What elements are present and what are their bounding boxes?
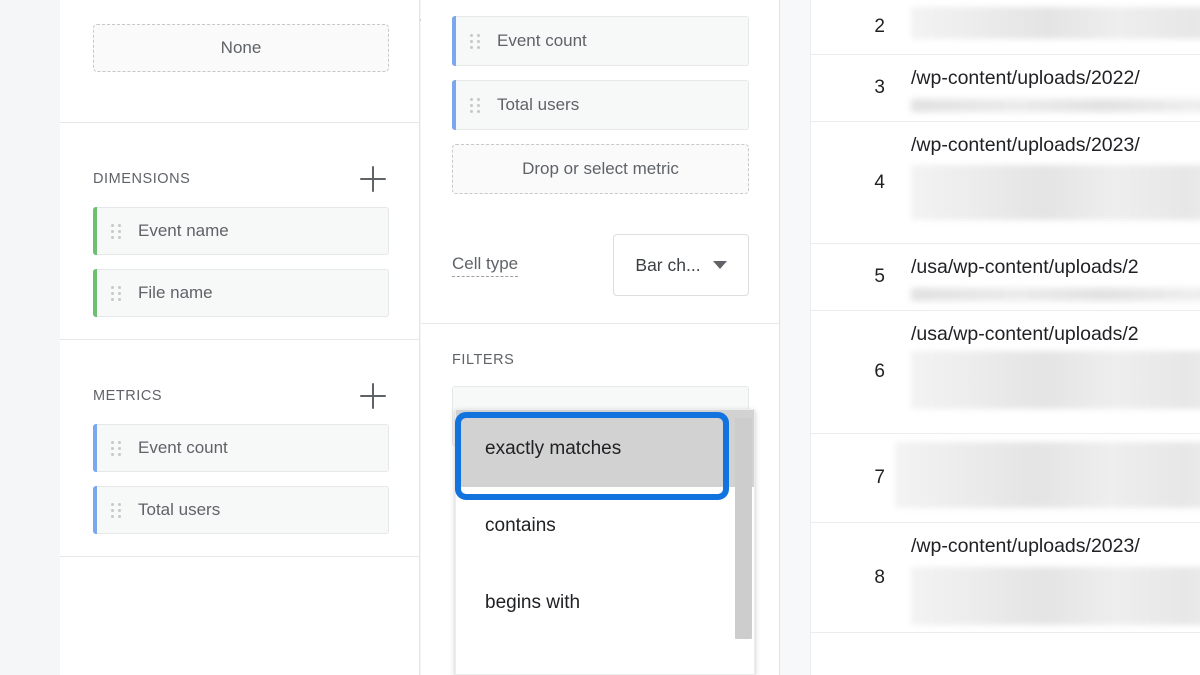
empty-section (60, 556, 419, 675)
dropdown-scrollbar[interactable] (735, 418, 752, 639)
table-row-number: 7 (874, 467, 885, 488)
dropdown-option-exactly-matches[interactable]: exactly matches (456, 410, 754, 487)
chevron-down-icon (712, 261, 727, 269)
dimensions-title: DIMENSIONS (93, 171, 191, 187)
dropdown-option-label: contains (485, 514, 556, 536)
match-type-dropdown[interactable]: exactly matches contains begins with end… (455, 409, 755, 675)
metric-value-chip-event-count[interactable]: Event count (452, 16, 749, 66)
metric-accent-bar (93, 424, 97, 472)
app-screen: None DIMENSIONS Event name File name MET… (0, 0, 1200, 675)
panel-table-gap (781, 0, 810, 675)
table-row-content: /usa/wp-content/uploads/2 (903, 311, 1200, 433)
metric-value-label: Event count (497, 31, 587, 50)
drag-handle-icon[interactable] (470, 97, 480, 113)
drag-handle-icon[interactable] (111, 440, 121, 456)
dimension-chip-file-name[interactable]: File name (93, 269, 389, 317)
dimension-chip-event-name[interactable]: Event name (93, 207, 389, 255)
cell-type-label: Cell type (452, 254, 519, 277)
table-row[interactable]: 2 (811, 0, 1200, 55)
metric-value-chip-total-users[interactable]: Total users (452, 80, 749, 130)
add-dimension-plus-icon[interactable] (360, 166, 386, 192)
filters-title: FILTERS (452, 352, 515, 368)
redacted-content (895, 442, 1200, 508)
table-row-content (895, 434, 1200, 522)
redacted-content (911, 288, 1200, 301)
metric-chip-label: Total users (138, 500, 221, 519)
table-row-content: /wp-content/uploads/2022/ (903, 55, 1200, 121)
table-row-url: /usa/wp-content/uploads/2 (911, 256, 1139, 278)
drag-handle-icon[interactable] (470, 33, 480, 49)
metric-value-label: Total users (497, 95, 580, 114)
dimensions-metrics-panel: None DIMENSIONS Event name File name MET… (60, 0, 440, 675)
redacted-content (911, 567, 1200, 625)
dimensions-section: DIMENSIONS Event name File name (60, 122, 419, 339)
left-gutter (0, 0, 60, 675)
breakdown-drop-zone[interactable]: None (93, 24, 389, 72)
breakdown-section: None (60, 10, 440, 122)
table-row[interactable]: 8 /wp-content/uploads/2023/ (811, 523, 1200, 633)
dimensions-header: DIMENSIONS (60, 151, 419, 207)
table-row[interactable]: 6 /usa/wp-content/uploads/2 (811, 311, 1200, 434)
dropdown-option-label: exactly matches (485, 437, 622, 459)
metric-chip-event-count[interactable]: Event count (93, 424, 389, 472)
dropdown-option-label: ends with (485, 669, 565, 675)
dropdown-option-label: begins with (485, 591, 581, 613)
redacted-content (911, 99, 1200, 112)
redacted-content (911, 7, 1200, 39)
dropdown-option-ends-with[interactable]: ends with (456, 641, 754, 675)
cut-off-section-title (153, 16, 353, 28)
table-row[interactable]: 3 /wp-content/uploads/2022/ (811, 55, 1200, 122)
metric-drop-zone[interactable]: Drop or select metric (452, 144, 749, 194)
drag-handle-icon[interactable] (111, 502, 121, 518)
table-row-url: /usa/wp-content/uploads/2 (911, 323, 1139, 345)
metric-chip-total-users[interactable]: Total users (93, 486, 389, 534)
results-table: 2 3 /wp-content/uploads/2022/ 4 /wp-cont… (810, 0, 1200, 675)
dimension-accent-bar (93, 207, 97, 255)
metrics-section: METRICS Event count Total users (60, 339, 419, 556)
add-metric-plus-icon[interactable] (360, 383, 386, 409)
dimension-accent-bar (93, 269, 97, 317)
dimension-chip-label: File name (138, 283, 213, 302)
dropdown-option-begins-with[interactable]: begins with (456, 564, 754, 641)
table-row[interactable]: 5 /usa/wp-content/uploads/2 (811, 244, 1200, 311)
breakdown-drop-zone-label: None (220, 38, 262, 57)
table-row-content: /wp-content/uploads/2023/ (903, 122, 1200, 243)
table-row-content: /usa/wp-content/uploads/2 (903, 244, 1200, 310)
table-row-content (903, 0, 1200, 54)
cell-type-row: Cell type Bar ch... (452, 234, 749, 296)
dropdown-option-contains[interactable]: contains (456, 487, 754, 564)
table-row-url: /wp-content/uploads/2022/ (911, 67, 1140, 89)
metrics-header: METRICS (60, 368, 419, 424)
dimension-chip-label: Event name (138, 221, 229, 240)
cell-type-value: Bar ch... (635, 254, 701, 275)
table-row-url: /wp-content/uploads/2023/ (911, 134, 1140, 156)
redacted-content (911, 165, 1200, 220)
table-row-url: /wp-content/uploads/2023/ (911, 535, 1140, 557)
table-row-number: 2 (874, 16, 885, 37)
drag-handle-icon[interactable] (111, 223, 121, 239)
table-row-number: 5 (874, 266, 885, 287)
redacted-content (911, 351, 1200, 409)
drag-handle-icon[interactable] (111, 285, 121, 301)
cell-type-select[interactable]: Bar ch... (613, 234, 749, 296)
metric-chip-label: Event count (138, 438, 228, 457)
metric-drop-zone-label: Drop or select metric (522, 159, 679, 178)
metric-accent-bar (93, 486, 97, 534)
table-row[interactable]: 7 (811, 434, 1200, 523)
table-row[interactable]: 4 /wp-content/uploads/2023/ (811, 122, 1200, 244)
metric-accent-bar (452, 80, 456, 130)
metric-accent-bar (452, 16, 456, 66)
table-row-number: 8 (874, 566, 885, 588)
table-row-content: /wp-content/uploads/2023/ (903, 523, 1200, 632)
table-row-number: 3 (874, 77, 885, 98)
table-row-number: 4 (874, 171, 885, 193)
table-row-number: 6 (874, 361, 885, 382)
metrics-title: METRICS (93, 388, 163, 404)
